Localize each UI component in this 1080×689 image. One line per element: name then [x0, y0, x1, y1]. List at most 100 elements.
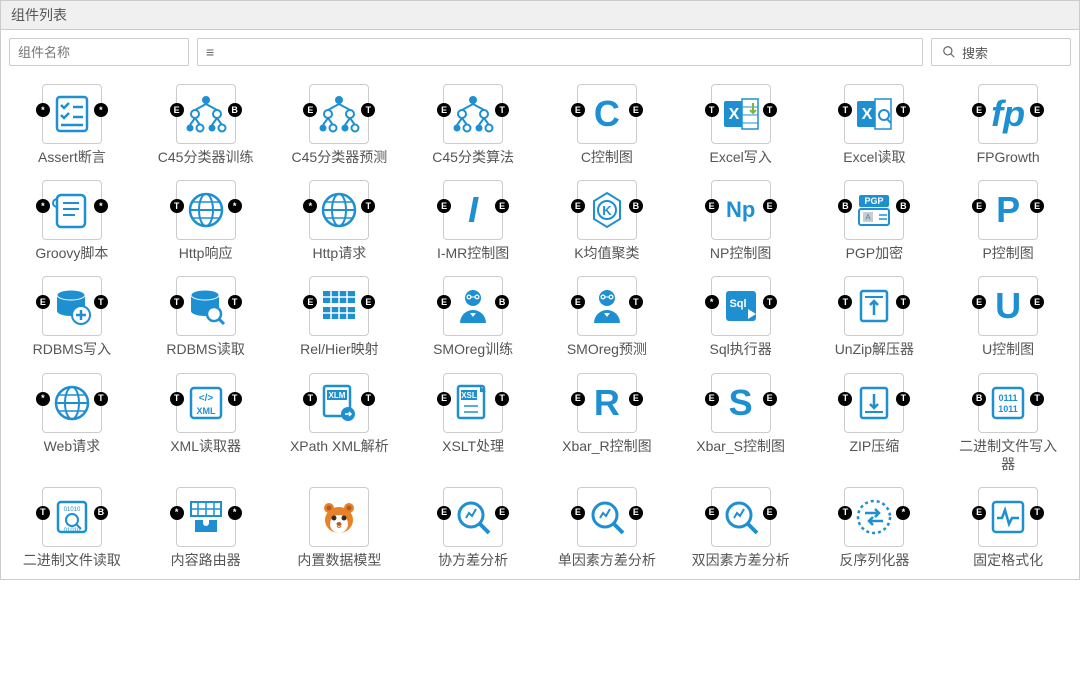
component-xbar-s[interactable]: SEEXbar_S控制图 [678, 373, 804, 473]
port-right[interactable]: E [763, 506, 777, 520]
port-left[interactable]: E [437, 103, 451, 117]
port-right[interactable]: E [629, 103, 643, 117]
port-right[interactable]: E [629, 506, 643, 520]
port-right[interactable]: T [361, 103, 375, 117]
component-icon-box[interactable]: EB [176, 84, 236, 144]
component-icon-box[interactable]: EE [577, 487, 637, 547]
component-smoreg-pred[interactable]: ETSMOreg预测 [544, 276, 670, 358]
port-left[interactable]: E [437, 295, 451, 309]
component-rdbms-read[interactable]: TTRDBMS读取 [143, 276, 269, 358]
component-icon-box[interactable]: BT [978, 373, 1038, 433]
port-right[interactable]: T [495, 103, 509, 117]
component-icon-box[interactable]: TT [176, 373, 236, 433]
component-icon-box[interactable]: UEE [978, 276, 1038, 336]
port-left[interactable]: E [571, 506, 585, 520]
component-excel-read[interactable]: TTExcel读取 [812, 84, 938, 166]
port-right[interactable]: B [629, 199, 643, 213]
component-c45-pred[interactable]: ETC45分类器预测 [277, 84, 403, 166]
component-icon-box[interactable]: EB [443, 276, 503, 336]
port-right[interactable]: T [763, 103, 777, 117]
component-icon-box[interactable]: EE [711, 487, 771, 547]
port-left[interactable]: T [838, 103, 852, 117]
component-deserial[interactable]: T*反序列化器 [812, 487, 938, 569]
port-right[interactable]: * [896, 506, 910, 520]
port-right[interactable]: E [361, 295, 375, 309]
component-c-chart[interactable]: CEEC控制图 [544, 84, 670, 166]
component-icon-box[interactable]: ET [978, 487, 1038, 547]
port-left[interactable]: E [705, 506, 719, 520]
component-icon-box[interactable]: TB [42, 487, 102, 547]
port-right[interactable]: E [763, 392, 777, 406]
port-left[interactable]: * [705, 295, 719, 309]
component-router[interactable]: **内容路由器 [143, 487, 269, 569]
port-right[interactable]: E [1030, 103, 1044, 117]
component-kmeans[interactable]: EBK均值聚类 [544, 180, 670, 262]
port-right[interactable]: E [1030, 295, 1044, 309]
port-right[interactable]: T [228, 295, 242, 309]
port-right[interactable]: * [94, 103, 108, 117]
component-bin-read[interactable]: TB二进制文件读取 [9, 487, 135, 569]
component-icon-box[interactable]: PEE [978, 180, 1038, 240]
component-anova1[interactable]: EE单因素方差分析 [544, 487, 670, 569]
port-left[interactable]: E [571, 103, 585, 117]
port-left[interactable]: T [838, 392, 852, 406]
component-pgp[interactable]: BBPGP加密 [812, 180, 938, 262]
port-left[interactable]: E [972, 103, 986, 117]
component-icon-box[interactable]: fpEE [978, 84, 1038, 144]
port-left[interactable]: B [972, 392, 986, 406]
port-right[interactable]: * [228, 199, 242, 213]
port-right[interactable]: B [94, 506, 108, 520]
port-left[interactable]: E [303, 103, 317, 117]
component-p-chart[interactable]: PEEP控制图 [945, 180, 1071, 262]
component-sql-exec[interactable]: *TSql执行器 [678, 276, 804, 358]
component-c45-train[interactable]: EBC45分类器训练 [143, 84, 269, 166]
component-icon-box[interactable]: TT [711, 84, 771, 144]
component-u-chart[interactable]: UEEU控制图 [945, 276, 1071, 358]
component-icon-box[interactable]: ** [42, 180, 102, 240]
component-icon-box[interactable]: *T [42, 373, 102, 433]
port-right[interactable]: B [896, 199, 910, 213]
port-left[interactable]: T [170, 392, 184, 406]
port-right[interactable]: T [1030, 392, 1044, 406]
component-icon-box[interactable]: SEE [711, 373, 771, 433]
port-left[interactable]: * [36, 103, 50, 117]
component-imr[interactable]: IEEI-MR控制图 [410, 180, 536, 262]
port-right[interactable]: T [629, 295, 643, 309]
component-np-chart[interactable]: NpEENP控制图 [678, 180, 804, 262]
component-rdbms-write[interactable]: ETRDBMS写入 [9, 276, 135, 358]
component-icon-box[interactable]: TT [844, 84, 904, 144]
port-left[interactable]: E [303, 295, 317, 309]
component-icon-box[interactable]: *T [309, 180, 369, 240]
component-anova2[interactable]: EE双因素方差分析 [678, 487, 804, 569]
port-left[interactable]: E [705, 199, 719, 213]
component-icon-box[interactable]: ET [577, 276, 637, 336]
component-icon-box[interactable]: ** [176, 487, 236, 547]
component-icon-box[interactable]: NpEE [711, 180, 771, 240]
component-relhier[interactable]: EERel/Hier映射 [277, 276, 403, 358]
port-right[interactable]: B [495, 295, 509, 309]
component-xpath[interactable]: TTXPath XML解析 [277, 373, 403, 473]
port-left[interactable]: * [303, 199, 317, 213]
port-left[interactable]: T [303, 392, 317, 406]
port-left[interactable]: E [437, 392, 451, 406]
port-right[interactable]: T [228, 392, 242, 406]
port-right[interactable]: T [763, 295, 777, 309]
port-left[interactable]: E [170, 103, 184, 117]
port-left[interactable]: T [838, 506, 852, 520]
component-icon-box[interactable]: CEE [577, 84, 637, 144]
search-button[interactable]: 搜索 [931, 38, 1071, 66]
port-right[interactable]: * [94, 199, 108, 213]
component-icon-box[interactable]: ET [309, 84, 369, 144]
component-icon-box[interactable]: EE [309, 276, 369, 336]
port-right[interactable]: B [228, 103, 242, 117]
port-right[interactable]: E [629, 392, 643, 406]
component-http-req[interactable]: *THttp请求 [277, 180, 403, 262]
component-icon-box[interactable]: IEE [443, 180, 503, 240]
port-right[interactable]: T [361, 392, 375, 406]
component-xslt[interactable]: ETXSLT处理 [410, 373, 536, 473]
port-left[interactable]: T [838, 295, 852, 309]
port-left[interactable]: * [36, 199, 50, 213]
port-right[interactable]: T [896, 103, 910, 117]
port-left[interactable]: E [972, 199, 986, 213]
component-xbar-r[interactable]: REEXbar_R控制图 [544, 373, 670, 473]
